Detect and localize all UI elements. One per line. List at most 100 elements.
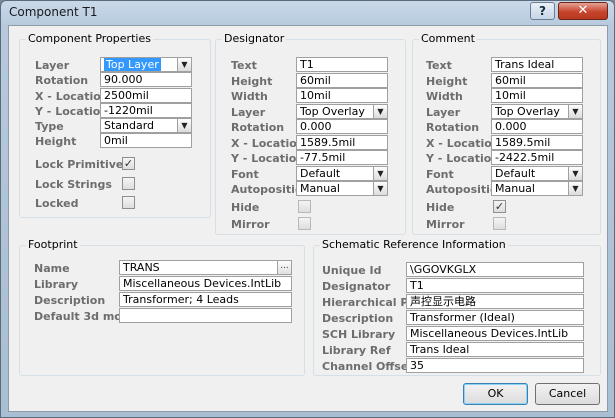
- comment-hide-checkbox[interactable]: ✓: [493, 200, 506, 213]
- designator-x-location-input[interactable]: 1589.5mil: [296, 135, 388, 150]
- designator-layer-select[interactable]: Top Overlay ▼: [296, 104, 388, 119]
- library-ref-label: Library Ref: [322, 344, 391, 357]
- unique-id-input[interactable]: \GGOVKGLX: [406, 262, 584, 277]
- lock-strings-checkbox[interactable]: [122, 177, 135, 190]
- group-title: Component Properties: [26, 32, 153, 46]
- comment-font-label: Font: [426, 168, 454, 181]
- comment-x-location-input[interactable]: 1589.5mil: [491, 135, 583, 150]
- height-label: Height: [35, 135, 77, 148]
- designator-height-input[interactable]: 60mil: [296, 73, 388, 88]
- designator-text-input[interactable]: T1: [296, 57, 388, 72]
- channel-offset-label: Channel Offset: [322, 360, 414, 373]
- designator-y-location-input[interactable]: -77.5mil: [296, 150, 388, 165]
- sch-designator-label: Designator: [322, 280, 391, 293]
- close-button[interactable]: ✕: [558, 2, 608, 20]
- comment-autoposition-value: Manual: [495, 182, 535, 195]
- lock-primitives-label: Lock Primitives: [35, 158, 130, 171]
- designator-group: Designator Text T1 Height 60mil Width 10…: [215, 32, 406, 235]
- designator-height-label: Height: [231, 75, 273, 88]
- designator-autoposition-select[interactable]: Manual ▼: [296, 181, 388, 196]
- type-select[interactable]: Standard ▼: [100, 118, 192, 133]
- unique-id-label: Unique Id: [322, 264, 382, 277]
- group-title: Designator: [222, 32, 287, 46]
- window-title: Component T1: [9, 5, 98, 19]
- lock-strings-label: Lock Strings: [35, 178, 112, 191]
- comment-font-select[interactable]: Default ▼: [491, 166, 583, 181]
- comment-text-label: Text: [426, 59, 452, 72]
- hierarchical-path-input[interactable]: 声控显示电路: [406, 294, 584, 309]
- y-location-input[interactable]: -1220mil: [100, 103, 192, 118]
- designator-layer-label: Layer: [231, 106, 266, 119]
- layer-label: Layer: [35, 59, 70, 72]
- footprint-name-input[interactable]: TRANS ...: [119, 260, 292, 275]
- help-button[interactable]: ?: [530, 2, 555, 20]
- footprint-library-label: Library: [34, 278, 79, 291]
- locked-checkbox[interactable]: [122, 196, 135, 209]
- group-title: Footprint: [26, 238, 80, 252]
- designator-font-select[interactable]: Default ▼: [296, 166, 388, 181]
- comment-y-location-label: Y - Location: [426, 152, 500, 165]
- comment-width-label: Width: [426, 90, 463, 103]
- footprint-name-label: Name: [34, 262, 70, 275]
- designator-mirror-label: Mirror: [231, 218, 270, 231]
- designator-font-value: Default: [300, 167, 341, 180]
- designator-hide-checkbox[interactable]: [298, 200, 311, 213]
- comment-mirror-label: Mirror: [426, 218, 465, 231]
- locked-label: Locked: [35, 197, 79, 210]
- designator-width-label: Width: [231, 90, 268, 103]
- comment-font-value: Default: [495, 167, 536, 180]
- comment-mirror-checkbox[interactable]: [493, 217, 506, 230]
- chevron-down-icon: ▼: [568, 182, 582, 195]
- designator-y-location-label: Y - Location: [231, 152, 305, 165]
- checkmark-icon: ✓: [123, 157, 134, 170]
- group-title: Comment: [419, 32, 477, 46]
- designator-mirror-checkbox[interactable]: [298, 217, 311, 230]
- dialog-body: Component Properties Layer Top Layer ▼ R…: [8, 25, 608, 412]
- comment-layer-label: Layer: [426, 106, 461, 119]
- sch-description-input[interactable]: Transformer (Ideal): [406, 310, 584, 325]
- chevron-down-icon: ▼: [373, 167, 387, 180]
- comment-width-input[interactable]: 10mil: [491, 88, 583, 103]
- comment-y-location-input[interactable]: -2422.5mil: [491, 150, 583, 165]
- y-location-label: Y - Location: [35, 105, 109, 118]
- comment-autoposition-select[interactable]: Manual ▼: [491, 181, 583, 196]
- designator-hide-label: Hide: [231, 201, 260, 214]
- designator-layer-value: Top Overlay: [300, 105, 365, 118]
- type-value: Standard: [104, 119, 155, 132]
- designator-width-input[interactable]: 10mil: [296, 88, 388, 103]
- default-3d-model-input[interactable]: [119, 308, 292, 323]
- browse-button[interactable]: ...: [277, 261, 291, 274]
- schematic-reference-group: Schematic Reference Information Unique I…: [313, 238, 601, 376]
- footprint-description-label: Description: [34, 294, 106, 307]
- designator-text-label: Text: [231, 59, 257, 72]
- layer-select[interactable]: Top Layer ▼: [100, 57, 192, 72]
- comment-rotation-input[interactable]: 0.000: [491, 119, 583, 134]
- title-bar[interactable]: Component T1 ? ✕: [1, 1, 614, 23]
- chevron-down-icon: ▼: [177, 58, 191, 71]
- comment-text-input[interactable]: Trans Ideal: [491, 57, 583, 72]
- sch-designator-input[interactable]: T1: [406, 278, 584, 293]
- designator-autoposition-value: Manual: [300, 182, 340, 195]
- height-input[interactable]: 0mil: [100, 133, 192, 148]
- designator-rotation-input[interactable]: 0.000: [296, 119, 388, 134]
- cancel-button[interactable]: Cancel: [535, 383, 600, 405]
- comment-height-label: Height: [426, 75, 468, 88]
- comment-height-input[interactable]: 60mil: [491, 73, 583, 88]
- lock-primitives-checkbox[interactable]: ✓: [122, 157, 135, 170]
- chevron-down-icon: ▼: [373, 105, 387, 118]
- footprint-library-input[interactable]: Miscellaneous Devices.IntLib: [119, 276, 292, 291]
- comment-layer-value: Top Overlay: [495, 105, 560, 118]
- chevron-down-icon: ▼: [373, 182, 387, 195]
- comment-layer-select[interactable]: Top Overlay ▼: [491, 104, 583, 119]
- x-location-input[interactable]: 2500mil: [100, 88, 192, 103]
- channel-offset-input[interactable]: 35: [406, 358, 584, 373]
- comment-group: Comment Text Trans Ideal Height 60mil Wi…: [412, 32, 601, 235]
- rotation-input[interactable]: 90.000: [100, 72, 192, 87]
- type-label: Type: [35, 120, 64, 133]
- chevron-down-icon: ▼: [568, 167, 582, 180]
- footprint-description-input[interactable]: Transformer; 4 Leads: [119, 292, 292, 307]
- sch-library-input[interactable]: Miscellaneous Devices.IntLib: [406, 326, 584, 341]
- footprint-name-value: TRANS: [123, 261, 160, 274]
- library-ref-input[interactable]: Trans Ideal: [406, 342, 584, 357]
- ok-button[interactable]: OK: [463, 383, 528, 405]
